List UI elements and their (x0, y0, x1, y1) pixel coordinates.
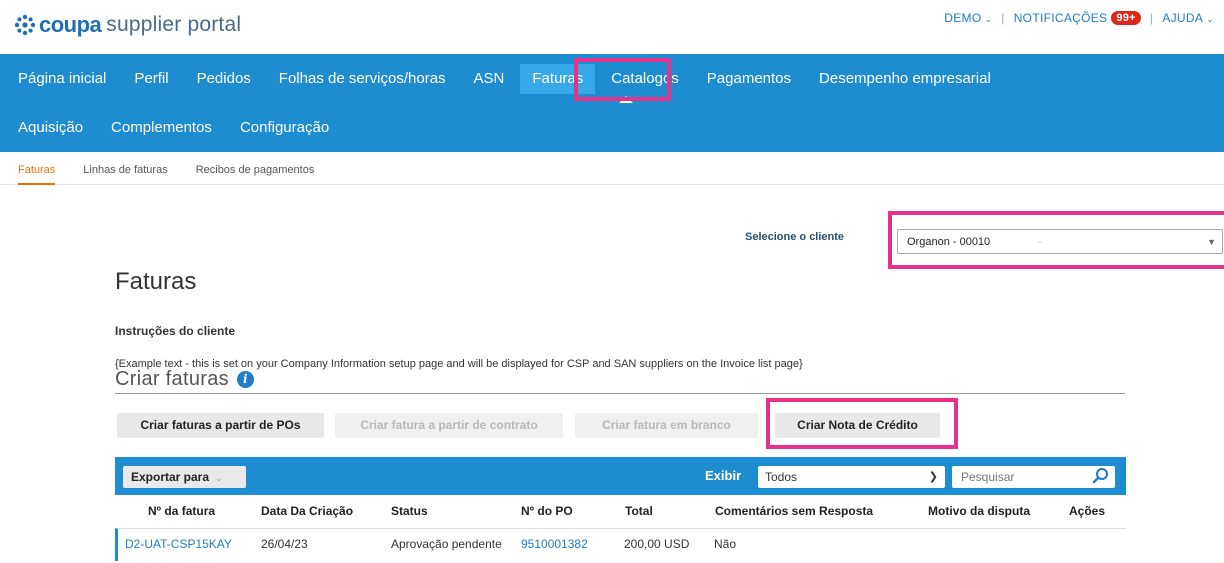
column-header-dispute-reason[interactable]: Motivo da disputa (928, 495, 1030, 528)
page-title: Faturas (115, 268, 197, 295)
logo-brand-text: coupa (39, 12, 102, 37)
user-menu-label: DEMO (944, 11, 982, 25)
section-divider (115, 393, 1125, 394)
cell-total: 200,00 USD (624, 537, 690, 551)
show-filter-select[interactable]: Todos ❯ (758, 466, 945, 488)
nav-item-folhas-de-servicos[interactable]: Folhas de serviços/horas (265, 64, 460, 94)
highlight-client-select (888, 211, 1224, 269)
nav-item-pedidos[interactable]: Pedidos (183, 64, 265, 94)
export-button[interactable]: Exportar para ⌄ (123, 466, 246, 488)
utility-menu: DEMO ⌄ | NOTIFICAÇÕES 99+ | AJUDA ⌄ (944, 11, 1214, 25)
subnav-item-recibos-de-pagamentos[interactable]: Recibos de pagamentos (196, 152, 315, 185)
top-header: coupa supplier portal DEMO ⌄ | NOTIFICAÇÕ… (0, 0, 1224, 54)
column-header-actions: Ações (1069, 504, 1106, 518)
nav-item-asn[interactable]: ASN (460, 64, 519, 94)
help-menu[interactable]: AJUDA ⌄ (1162, 11, 1214, 25)
info-icon[interactable]: i (236, 371, 254, 388)
coupa-logo-icon (14, 14, 36, 36)
nav-item-desempenho-empresarial[interactable]: Desempenho empresarial (805, 64, 1005, 94)
divider: | (1149, 11, 1154, 25)
nav-item-complementos[interactable]: Complementos (97, 113, 226, 143)
cell-status: Aprovação pendente (391, 537, 502, 551)
notifications-badge: 99+ (1111, 11, 1141, 25)
column-header-total[interactable]: Total (625, 495, 653, 528)
subnav-item-linhas-de-faturas[interactable]: Linhas de faturas (83, 152, 167, 185)
column-header-status[interactable]: Status (391, 495, 428, 528)
show-filter-value: Todos (765, 470, 798, 484)
customer-instructions-title: Instruções do cliente (115, 324, 236, 338)
export-button-label: Exportar para (131, 470, 210, 484)
search-icon[interactable] (1092, 467, 1109, 484)
create-invoices-title-text: Criar faturas (115, 368, 229, 390)
highlight-faturas-nav (574, 58, 671, 101)
cell-unanswered-comments: Não (714, 537, 737, 551)
create-invoice-from-po-button[interactable]: Criar faturas a partir de POs (117, 413, 324, 438)
table-row: D2-UAT-CSP15KAY 26/04/23 Aprovação pende… (115, 528, 1126, 561)
divider: | (1001, 11, 1005, 25)
highlight-credit-note-button (766, 398, 958, 449)
notifications-label: NOTIFICAÇÕES (1013, 11, 1108, 25)
chevron-down-icon: ⌄ (215, 473, 223, 483)
logo-product-text: supplier portal (106, 13, 242, 36)
nav-item-pagamentos[interactable]: Pagamentos (693, 64, 805, 94)
invoice-number-link[interactable]: D2-UAT-CSP15KAY (125, 529, 232, 560)
column-header-po-number[interactable]: Nº do PO (521, 495, 573, 528)
client-select-label: Selecione o cliente (745, 231, 845, 243)
create-blank-invoice-button[interactable]: Criar fatura em branco (575, 413, 758, 438)
search-input[interactable]: Pesquisar (952, 466, 1115, 488)
column-header-unanswered-comments[interactable]: Comentários sem Resposta (715, 495, 873, 528)
help-menu-label: AJUDA (1162, 11, 1204, 25)
main-nav-row-2: Aquisição Complementos Configuração (0, 103, 343, 152)
create-invoices-title: Criar faturas i (115, 368, 254, 391)
chevron-down-icon: ❯ (928, 471, 938, 483)
table-header: Nº da fatura Data Da Criação Status Nº d… (115, 495, 1126, 528)
user-menu[interactable]: DEMO ⌄ (944, 11, 992, 25)
chevron-down-icon: ⌄ (984, 14, 993, 24)
coupa-logo[interactable]: coupa supplier portal (14, 12, 241, 38)
column-header-invoice-number[interactable]: Nº da fatura (148, 495, 215, 528)
po-number-link[interactable]: 9510001382 (521, 529, 588, 560)
subnav-item-faturas[interactable]: Faturas (18, 152, 56, 185)
nav-item-pagina-inicial[interactable]: Página inicial (0, 64, 120, 94)
create-invoice-from-contract-button[interactable]: Criar fatura a partir de contrato (335, 413, 563, 438)
table-toolbar: Exportar para ⌄ Exibir Todos ❯ Pesquisar (115, 457, 1126, 495)
main-nav-row-1: Página inicial Perfil Pedidos Folhas de … (0, 54, 1005, 103)
cell-created-date: 26/04/23 (261, 537, 308, 551)
chevron-down-icon: ⌄ (1206, 14, 1214, 24)
show-filter-label: Exibir (705, 468, 742, 483)
sub-nav: Faturas Linhas de faturas Recibos de pag… (0, 152, 1224, 185)
column-header-created-date[interactable]: Data Da Criação (261, 495, 353, 528)
search-placeholder: Pesquisar (961, 470, 1015, 484)
nav-item-perfil[interactable]: Perfil (120, 64, 182, 94)
notifications-menu[interactable]: NOTIFICAÇÕES 99+ (1014, 11, 1141, 25)
nav-item-aquisicao[interactable]: Aquisição (0, 113, 97, 143)
nav-item-configuracao[interactable]: Configuração (226, 113, 343, 143)
